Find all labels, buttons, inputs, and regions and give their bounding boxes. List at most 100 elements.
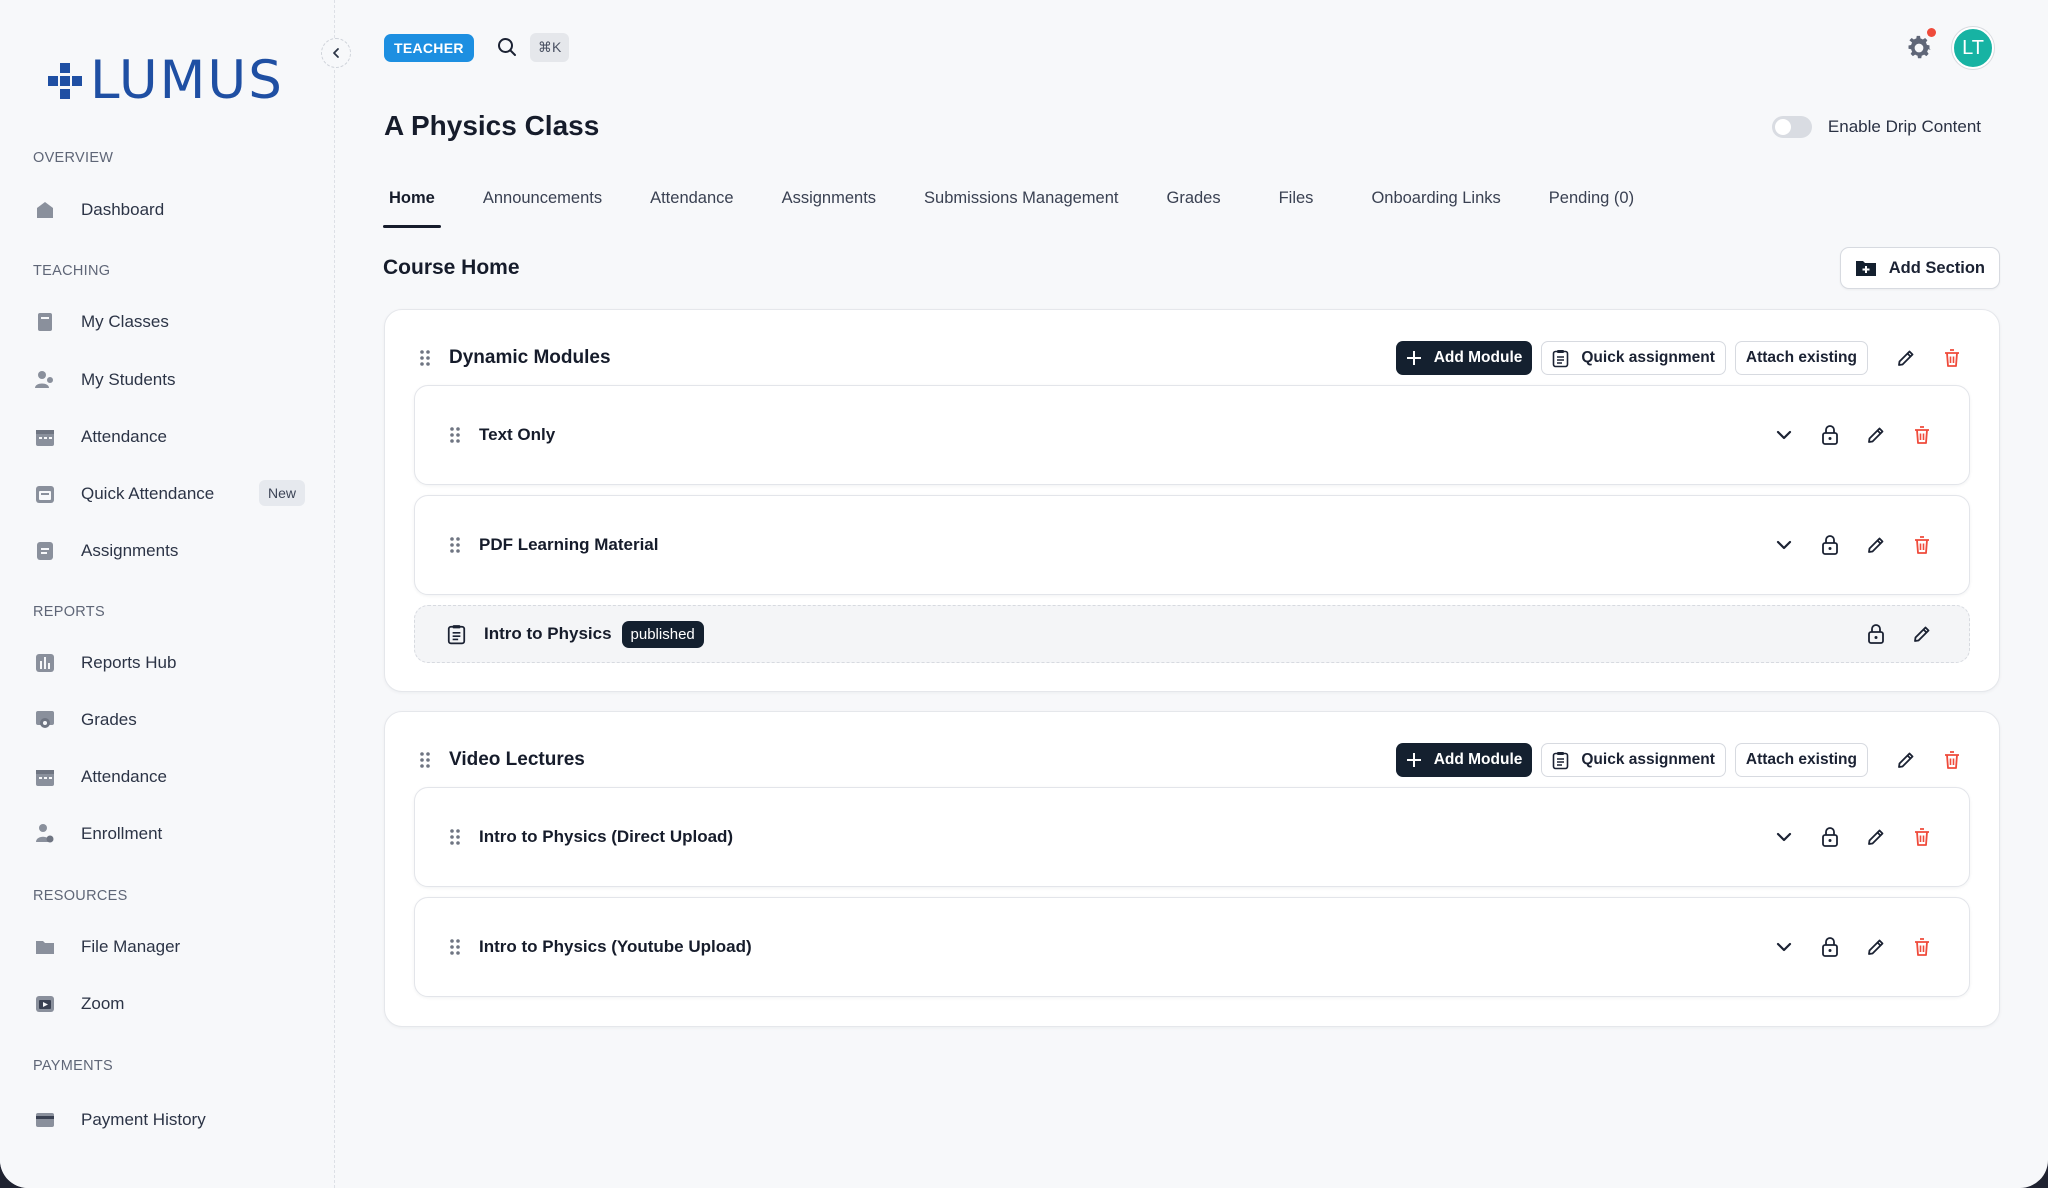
sidebar-collapse-button[interactable] [321,38,351,68]
pencil-icon[interactable] [1859,528,1893,562]
nav-section-resources: RESOURCES [33,888,128,904]
lock-icon[interactable] [1813,820,1847,854]
tab-announcements[interactable]: Announcements [477,186,608,228]
drag-handle-icon[interactable] [419,348,431,368]
sidebar-item-label: File Manager [81,937,181,956]
sidebar-item-payment-history[interactable]: Payment History [33,1100,305,1140]
quick-assignment-button[interactable]: Quick assignment [1541,341,1726,375]
pencil-icon[interactable] [1889,743,1923,777]
lock-icon[interactable] [1813,528,1847,562]
trash-icon[interactable] [1905,418,1939,452]
module-title: Intro to Physics (Youtube Upload) [479,937,752,956]
drag-handle-icon[interactable] [449,937,461,957]
drip-content-toggle-row: Enable Drip Content [1771,116,1981,138]
lock-icon[interactable] [1813,418,1847,452]
trash-icon[interactable] [1905,528,1939,562]
sidebar-item-attendance[interactable]: Attendance [33,417,305,457]
add-module-button[interactable]: Add Module [1395,743,1533,777]
pencil-icon[interactable] [1905,617,1939,651]
sidebar-item-label: My Students [81,370,176,389]
lock-icon[interactable] [1813,930,1847,964]
sidebar-item-reports-hub[interactable]: Reports Hub [33,643,305,683]
add-section-button[interactable]: Add Section [1839,247,2000,289]
module-title: Intro to Physics (Direct Upload) [479,827,734,846]
brand-logo[interactable]: LUMUS [46,50,284,111]
tab-home[interactable]: Home [383,186,441,228]
lumus-logo-icon [48,62,82,99]
section-card: Dynamic Modules Add Module Quick assignm… [384,309,2000,692]
clipboard-icon [1553,751,1569,769]
sidebar-item-reports-attendance[interactable]: Attendance [33,757,305,797]
sidebar-item-zoom[interactable]: Zoom [33,984,305,1024]
search-icon[interactable] [496,36,518,63]
attach-existing-label: Attach existing [1745,349,1857,366]
attach-existing-button[interactable]: Attach existing [1734,743,1868,777]
sidebar-item-my-classes[interactable]: My Classes [33,302,305,342]
module-actions [1755,418,1939,452]
sidebar-item-dashboard[interactable]: Dashboard [33,190,305,230]
module-item[interactable]: Text Only [414,385,1970,485]
pencil-icon[interactable] [1859,930,1893,964]
gear-icon[interactable] [1904,33,1934,68]
sidebar-item-label: Reports Hub [81,653,177,672]
tab-onboarding-links[interactable]: Onboarding Links [1365,186,1506,228]
trash-icon[interactable] [1935,341,1969,375]
tab-files[interactable]: Files [1273,186,1320,228]
pencil-icon[interactable] [1859,418,1893,452]
new-badge: New [258,480,305,506]
chevron-down-icon[interactable] [1767,528,1801,562]
chevron-down-icon[interactable] [1767,418,1801,452]
avatar[interactable]: LT [1952,27,1994,69]
drag-handle-icon[interactable] [419,750,431,770]
sidebar-item-grades[interactable]: Grades [33,700,305,740]
module-item[interactable]: PDF Learning Material [414,495,1970,595]
sidebar-item-label: Attendance [81,427,168,446]
drag-handle-icon[interactable] [449,425,461,445]
trash-icon[interactable] [1905,820,1939,854]
pencil-icon[interactable] [1889,341,1923,375]
quick-assignment-label: Quick assignment [1581,751,1715,768]
tab-grades[interactable]: Grades [1160,186,1226,228]
chevron-down-icon[interactable] [1767,820,1801,854]
search-shortcut[interactable]: ⌘K [530,33,570,62]
lock-icon[interactable] [1859,617,1893,651]
folder-plus-icon [1855,261,1876,276]
brand-name: LUMUS [90,50,284,111]
drag-handle-icon[interactable] [449,827,461,847]
trash-icon[interactable] [1935,743,1969,777]
drip-content-toggle[interactable] [1771,116,1812,138]
sidebar-item-my-students[interactable]: My Students [33,360,305,400]
drag-handle-icon[interactable] [449,535,461,555]
module-item[interactable]: Intro to Physics (Youtube Upload) [414,897,1970,997]
sidebar-item-enrollment[interactable]: Enrollment [33,814,305,854]
section-actions: Add Module Quick assignment Attach exist… [1395,743,1969,777]
module-item[interactable]: Intro to Physics (Direct Upload) [414,787,1970,887]
sidebar-item-label: Enrollment [81,824,163,843]
sidebar-item-label: Quick Attendance [81,484,215,503]
chevron-down-icon[interactable] [1767,930,1801,964]
module-title: Text Only [479,425,556,444]
sidebar-item-file-manager[interactable]: File Manager [33,927,305,967]
tab-submissions-management[interactable]: Submissions Management [918,186,1124,228]
quick-assignment-button[interactable]: Quick assignment [1541,743,1726,777]
sidebar-item-quick-attendance[interactable]: Quick Attendance New [33,474,305,514]
module-actions [1755,930,1939,964]
add-section-label: Add Section [1888,258,1985,277]
attach-existing-button[interactable]: Attach existing [1734,341,1868,375]
clipboard-icon [1553,349,1569,367]
add-module-button[interactable]: Add Module [1395,341,1533,375]
calendar-icon [33,765,57,789]
users-icon [33,368,57,392]
page-title: A Physics Class [384,110,600,141]
assignment-item[interactable]: Intro to Physics published [414,605,1970,663]
tab-pending[interactable]: Pending (0) [1543,186,1640,228]
module-title: PDF Learning Material [479,535,659,554]
tab-attendance[interactable]: Attendance [644,186,739,228]
drip-content-label: Enable Drip Content [1827,117,1981,136]
module-actions [1755,528,1939,562]
pencil-icon[interactable] [1859,820,1893,854]
trash-icon[interactable] [1905,930,1939,964]
sidebar: LUMUS OVERVIEW Dashboard TEACHING My Cla… [0,0,335,1188]
sidebar-item-assignments[interactable]: Assignments [33,531,305,571]
tab-assignments[interactable]: Assignments [776,186,882,228]
